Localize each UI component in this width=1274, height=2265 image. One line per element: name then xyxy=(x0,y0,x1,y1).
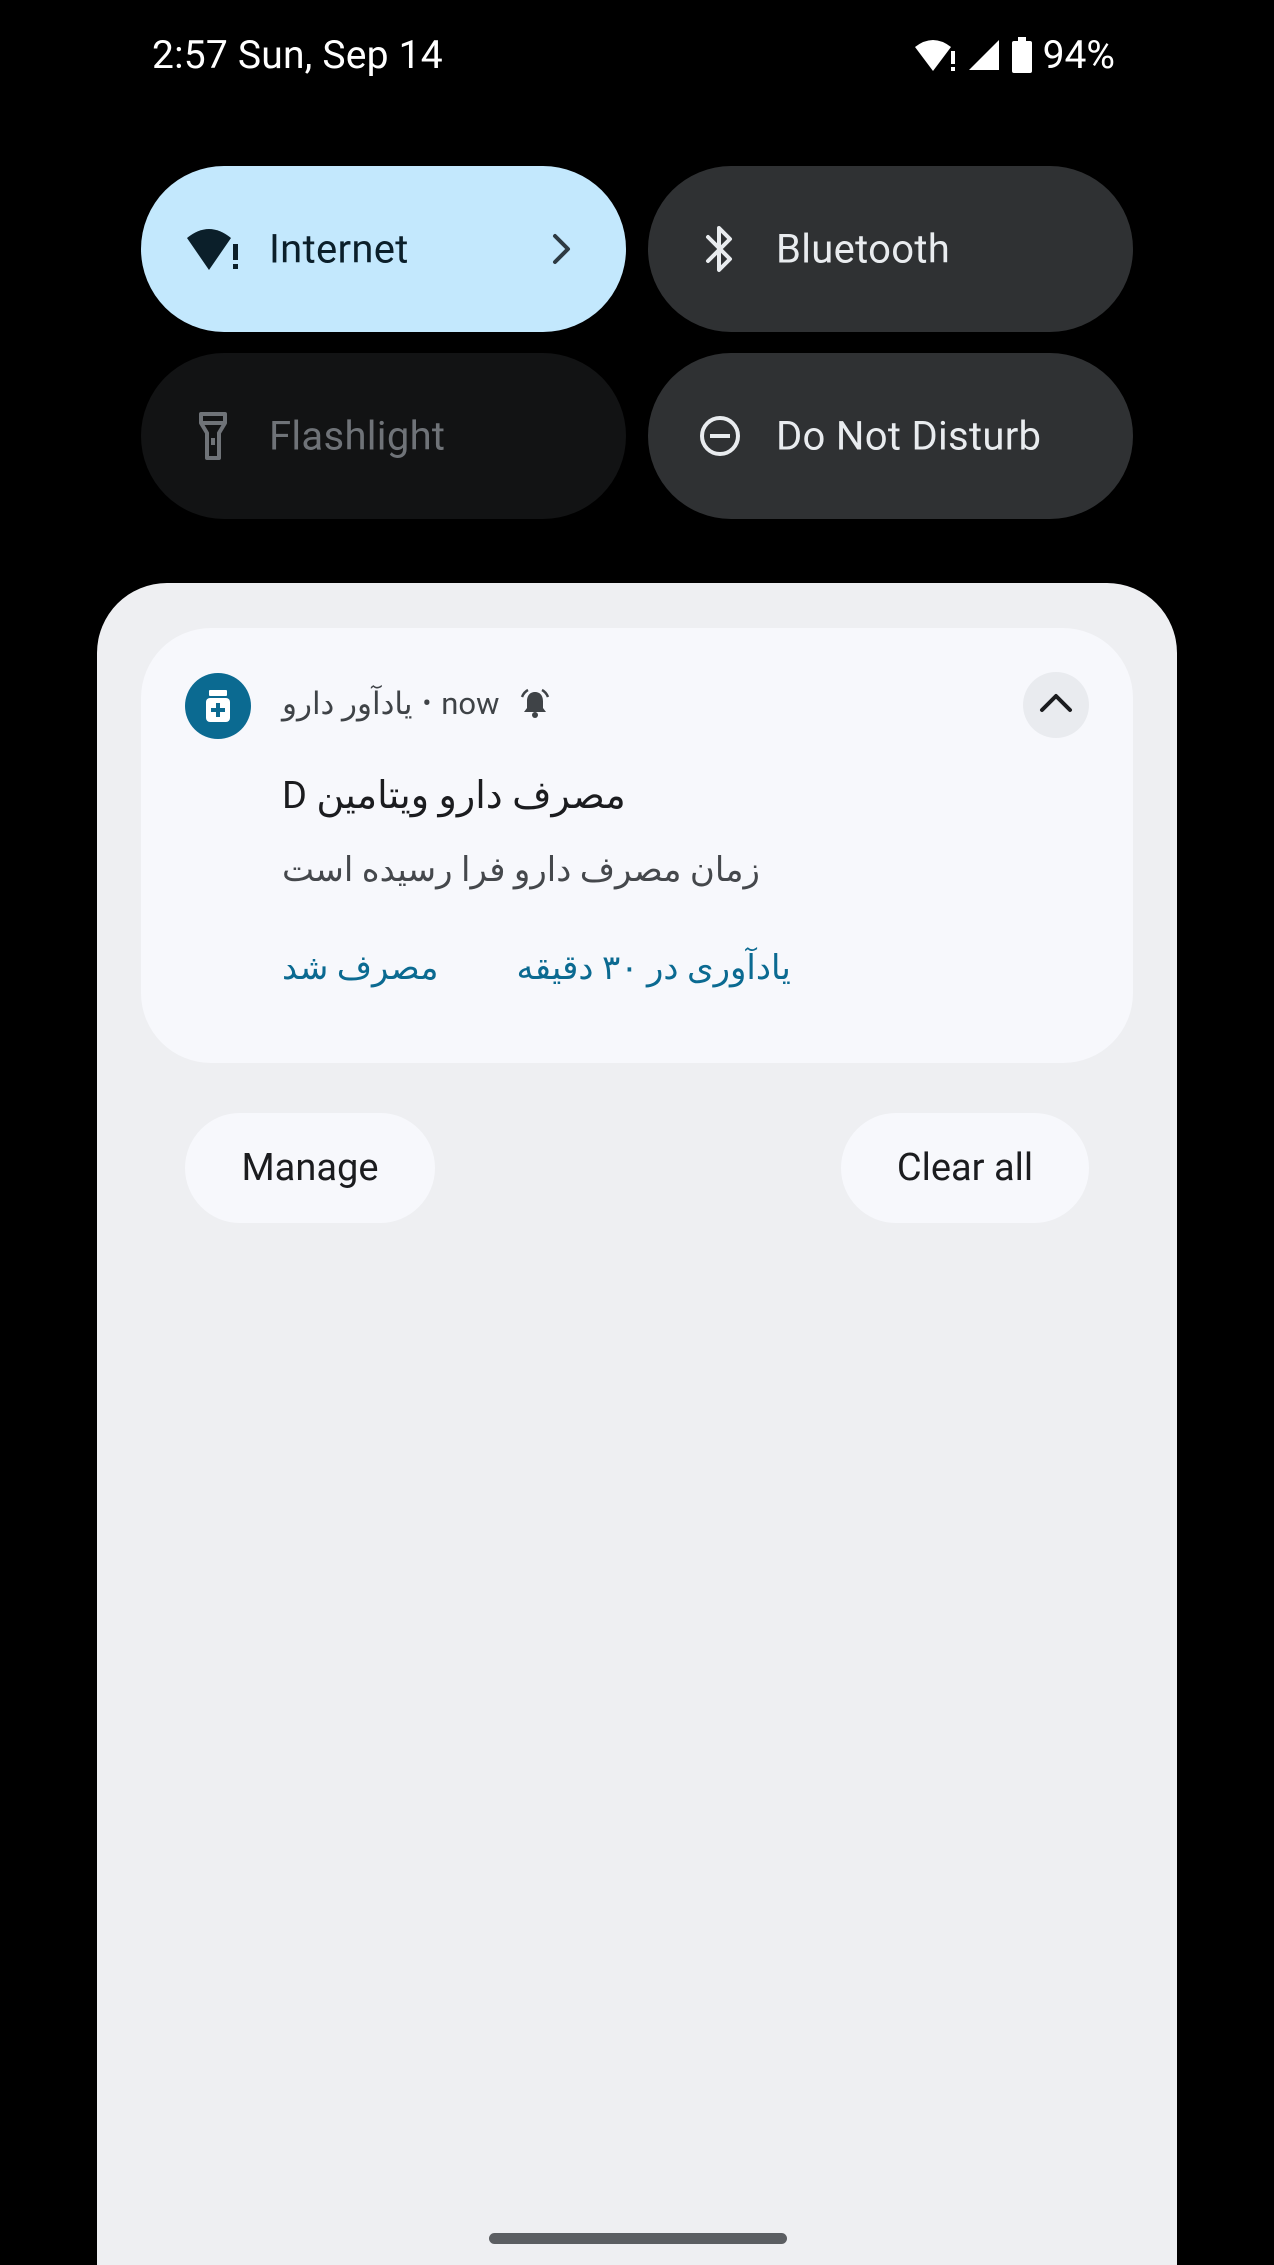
status-time: 2:57 xyxy=(152,32,229,78)
wifi-alert-icon xyxy=(913,37,957,73)
bluetooth-icon xyxy=(690,219,750,279)
mark-taken-button[interactable]: مصرف شد xyxy=(282,948,438,988)
manage-notifications-button[interactable]: Manage xyxy=(185,1113,435,1223)
battery-icon xyxy=(1011,37,1033,73)
bluetooth-tile[interactable]: Bluetooth xyxy=(648,166,1133,332)
status-icons: 94% xyxy=(913,32,1115,78)
chevron-right-icon[interactable] xyxy=(542,229,582,269)
medication-notification-card[interactable]: یادآور دارو • now مصرف دارو ویتامین D زم… xyxy=(141,628,1133,1063)
notification-actions: مصرف شد یادآوری در ۳۰ دقیقه xyxy=(282,948,791,988)
notification-title: مصرف دارو ویتامین D xyxy=(282,774,626,818)
battery-percent: 94% xyxy=(1042,32,1115,78)
do-not-disturb-icon xyxy=(690,406,750,466)
clear-all-button[interactable]: Clear all xyxy=(841,1113,1089,1223)
flashlight-tile[interactable]: Flashlight xyxy=(141,353,626,519)
do-not-disturb-tile-label: Do Not Disturb xyxy=(776,412,1042,460)
internet-tile-label: Internet xyxy=(269,225,409,273)
internet-tile[interactable]: Internet xyxy=(141,166,626,332)
notification-header: یادآور دارو • now xyxy=(282,685,551,722)
do-not-disturb-tile[interactable]: Do Not Disturb xyxy=(648,353,1133,519)
collapse-notification-button[interactable] xyxy=(1023,672,1089,738)
snooze-30-minutes-button[interactable]: یادآوری در ۳۰ دقیقه xyxy=(516,948,790,988)
medicine-bottle-icon xyxy=(185,673,251,739)
gesture-nav-handle[interactable] xyxy=(489,2233,787,2244)
notification-app-name: یادآور دارو xyxy=(282,685,413,722)
chevron-up-icon xyxy=(1039,692,1073,718)
notification-shade-screen: 2:57 Sun, Sep 14 94% Internet Bluetooth … xyxy=(97,0,1177,2265)
status-date: Sun, Sep 14 xyxy=(237,32,443,78)
flashlight-tile-label: Flashlight xyxy=(269,412,446,460)
status-clock: 2:57 Sun, Sep 14 xyxy=(152,32,443,78)
notification-body: زمان مصرف دارو فرا رسیده است xyxy=(282,850,760,890)
cellular-signal-icon xyxy=(967,38,1001,72)
wifi-alert-icon xyxy=(183,219,243,279)
header-separator: • xyxy=(422,688,432,719)
alarm-bell-icon xyxy=(519,688,551,720)
flashlight-icon xyxy=(183,406,243,466)
notification-time: now xyxy=(441,685,500,722)
bluetooth-tile-label: Bluetooth xyxy=(776,225,951,273)
notification-panel: یادآور دارو • now مصرف دارو ویتامین D زم… xyxy=(97,583,1177,2265)
